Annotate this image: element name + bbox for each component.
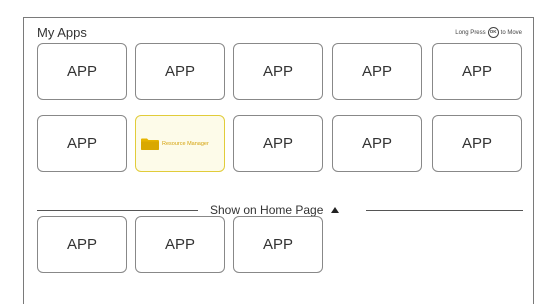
resource-manager-tile[interactable]: Resource Manager: [135, 115, 225, 172]
apps-panel: My Apps Long Press OK to Move APP APP AP…: [23, 17, 534, 304]
page-title: My Apps: [37, 25, 87, 40]
show-on-home-toggle[interactable]: Show on Home Page: [210, 203, 340, 217]
app-tile[interactable]: APP: [233, 115, 323, 172]
home-app-tile[interactable]: APP: [233, 216, 323, 273]
app-tile[interactable]: APP: [37, 115, 127, 172]
app-tile[interactable]: APP: [432, 115, 522, 172]
app-tile[interactable]: APP: [37, 43, 127, 100]
divider-line-right: [366, 210, 523, 211]
home-app-tile[interactable]: APP: [135, 216, 225, 273]
app-tile[interactable]: APP: [233, 43, 323, 100]
move-hint: Long Press OK to Move: [455, 27, 522, 38]
divider-line-left: [37, 210, 198, 211]
home-page-divider[interactable]: Show on Home Page: [37, 203, 523, 217]
app-tile[interactable]: APP: [432, 43, 522, 100]
app-tile[interactable]: APP: [332, 115, 422, 172]
home-app-tile[interactable]: APP: [37, 216, 127, 273]
app-tile[interactable]: APP: [135, 43, 225, 100]
hint-prefix: Long Press: [455, 29, 486, 36]
divider-label: Show on Home Page: [210, 203, 324, 217]
triangle-up-icon: [331, 206, 340, 213]
ok-button-icon: OK: [487, 27, 499, 38]
hint-suffix: to Move: [500, 29, 522, 36]
folder-icon: [141, 138, 159, 150]
app-tile[interactable]: APP: [332, 43, 422, 100]
resource-manager-label: Resource Manager: [162, 140, 209, 147]
